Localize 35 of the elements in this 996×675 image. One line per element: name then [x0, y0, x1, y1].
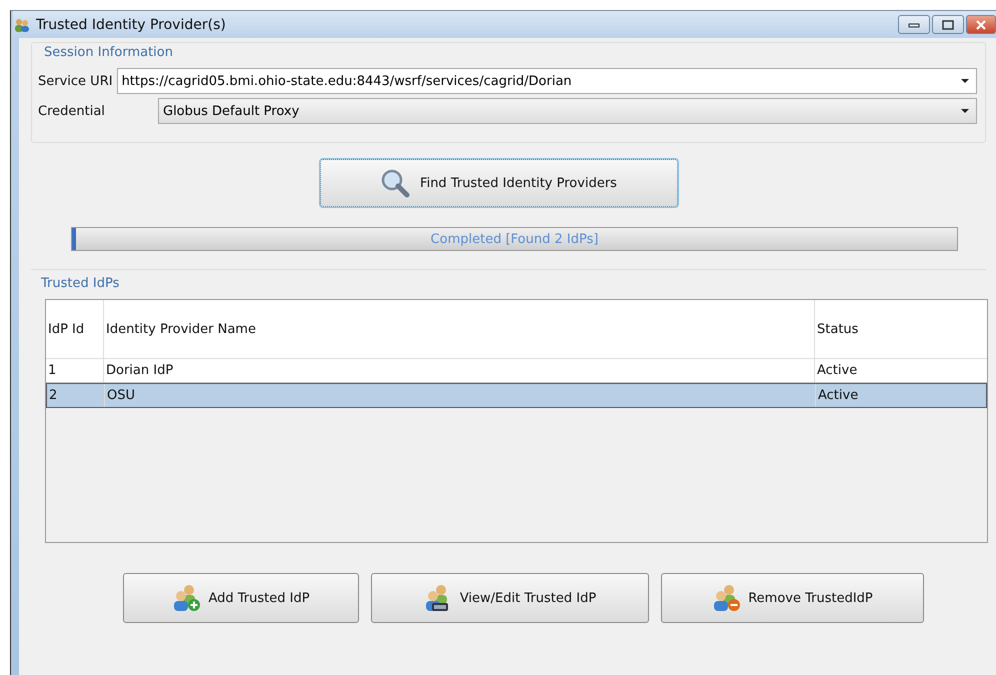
- close-icon: [975, 20, 987, 30]
- add-button[interactable]: Add Trusted IdP: [123, 573, 359, 623]
- search-icon: [380, 168, 410, 198]
- remove-button[interactable]: Remove TrustedIdP: [661, 573, 924, 623]
- close-button[interactable]: [966, 15, 996, 34]
- credential-combo[interactable]: Globus Default Proxy: [158, 98, 977, 124]
- service-uri-combo[interactable]: https://cagrid05.bmi.ohio-state.edu:8443/wsrf/services/cagrid/Dorian: [116, 68, 977, 94]
- minimize-button[interactable]: [898, 15, 930, 34]
- group-title: Trusted IdPs: [41, 276, 120, 291]
- table-cell: OSU: [105, 384, 816, 407]
- dropdown-arrow-icon: [960, 78, 970, 84]
- column-header[interactable]: Status: [815, 300, 987, 358]
- window-title: Trusted Identity Provider(s): [36, 16, 226, 32]
- field-label: Service URI: [38, 74, 113, 88]
- field-label: Credential: [38, 104, 106, 118]
- people-icon: [13, 16, 31, 32]
- table-cell-text: Active: [816, 362, 858, 380]
- group-title: Session Information: [44, 45, 174, 60]
- table-row[interactable]: 2 OSU Active: [46, 383, 987, 408]
- table-cell: 2: [47, 384, 105, 407]
- maximize-button[interactable]: [932, 15, 964, 34]
- maximize-icon: [942, 20, 954, 30]
- minimize-icon: [908, 22, 920, 28]
- progress-text: Completed [Found 2 IdPs]: [430, 232, 598, 246]
- table-cell-text: Active: [817, 387, 860, 405]
- dropdown-arrow-icon: [960, 108, 970, 114]
- table-cell: Dorian IdP: [104, 359, 815, 382]
- table-row[interactable]: 1 Dorian IdP Active: [46, 359, 987, 383]
- add-user-icon: [172, 584, 202, 612]
- find-button[interactable]: Find Trusted Identity Providers: [320, 159, 678, 207]
- table-cell: 1: [46, 359, 104, 382]
- edit-button[interactable]: View/Edit Trusted IdP: [371, 573, 649, 623]
- column-header[interactable]: Identity Provider Name: [104, 300, 815, 358]
- remove-user-icon: [712, 584, 742, 612]
- column-header[interactable]: IdP Id: [46, 300, 104, 358]
